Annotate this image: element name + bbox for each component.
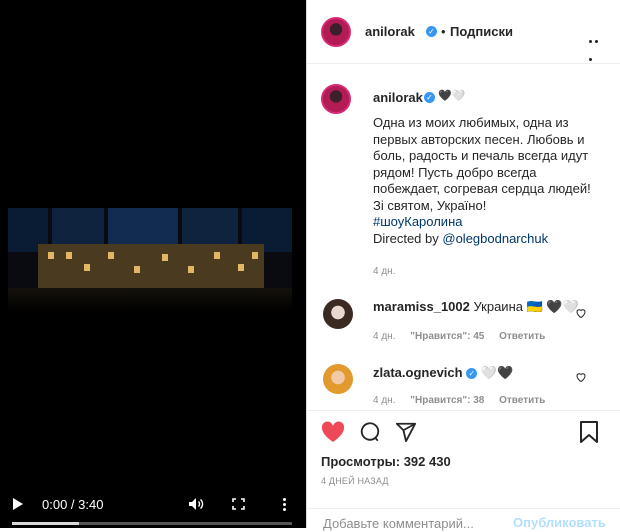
comment-reply-button[interactable]: Ответить: [499, 395, 545, 406]
caption-line: боль, радость и печаль всегда идут: [373, 148, 589, 163]
caption-author-avatar[interactable]: [321, 84, 351, 114]
caption-hearts: 🖤🤍: [438, 90, 466, 102]
video-progress-bar[interactable]: [12, 522, 292, 525]
post-options-icon[interactable]: [589, 30, 605, 61]
comment-username[interactable]: maramiss_1002: [373, 299, 470, 314]
caption-line: побеждает, согревая сердца людей!: [373, 181, 591, 196]
author-avatar[interactable]: [321, 17, 351, 47]
caption-line: Зі святом, Україно!: [373, 197, 487, 213]
caption-verified-icon: ✓: [424, 92, 435, 103]
commenter-avatar[interactable]: [323, 364, 353, 394]
caption-line: рядом! Пусть добро всегда: [373, 164, 537, 180]
video-time: 0:00 / 3:40: [42, 497, 104, 512]
comment-likes[interactable]: "Нравится": 38: [410, 395, 484, 406]
comment-time[interactable]: 4 дн.: [373, 395, 395, 406]
hashtag-link[interactable]: #шоуКаролина: [373, 214, 605, 231]
commenter-verified-icon: ✓: [466, 368, 478, 380]
director-mention-link[interactable]: @olegbodnarchuk: [442, 231, 548, 246]
comment-text: Украина 🇺🇦 🖤🤍: [473, 299, 579, 314]
video-controls: 0:00 / 3:40: [0, 494, 306, 514]
play-icon[interactable]: [13, 498, 23, 510]
post-date[interactable]: 4 ДНЕЙ НАЗАД: [321, 476, 389, 486]
author-username[interactable]: anilorak: [365, 24, 415, 39]
comment-text: 🤍🖤: [480, 365, 514, 380]
comment-username[interactable]: zlata.ognevich: [373, 365, 463, 380]
video-player[interactable]: 0:00 / 3:40: [0, 0, 306, 528]
comment-meta: 4 дн. "Нравится": 45 Ответить: [373, 331, 545, 342]
comment-like-heart-icon[interactable]: [575, 371, 587, 383]
post-side-panel: anilorak ✓ • Подписки anilorak ✓ 🖤🤍 Одна…: [306, 0, 620, 532]
more-options-icon[interactable]: [279, 496, 289, 512]
bookmark-icon[interactable]: [579, 421, 599, 443]
post-caption: Одна из моих любимых, одна из первых авт…: [373, 115, 605, 247]
comment-meta: 4 дн. "Нравится": 38 Ответить: [373, 395, 545, 406]
verified-badge-icon: ✓: [426, 26, 437, 37]
comment-reply-button[interactable]: Ответить: [499, 331, 545, 342]
follow-status-button[interactable]: Подписки: [450, 24, 513, 39]
add-comment-input[interactable]: [321, 515, 505, 532]
directed-by-prefix: Directed by: [373, 230, 443, 246]
add-comment-bar: Опубликовать: [307, 508, 620, 532]
post-time-ago[interactable]: 4 дн.: [373, 266, 395, 277]
comment-body: maramiss_1002 Украина 🇺🇦 🖤🤍: [373, 299, 579, 315]
caption-line: первых авторских песен. Любовь и: [373, 131, 585, 147]
header-separator: •: [441, 24, 446, 39]
comment-time[interactable]: 4 дн.: [373, 331, 395, 342]
views-count[interactable]: Просмотры: 392 430: [321, 454, 451, 469]
volume-icon[interactable]: [188, 497, 204, 511]
caption-username[interactable]: anilorak: [373, 90, 423, 105]
post-actions: Просмотры: 392 430 4 ДНЕЙ НАЗАД: [307, 410, 620, 489]
share-icon[interactable]: [395, 421, 417, 443]
commenter-avatar[interactable]: [323, 299, 353, 329]
comment-body: zlata.ognevich ✓ 🤍🖤: [373, 365, 513, 381]
comment-likes[interactable]: "Нравится": 45: [410, 331, 484, 342]
post-header: anilorak ✓ • Подписки: [307, 0, 620, 64]
comment-icon[interactable]: [359, 421, 381, 443]
video-frame-stage: [8, 208, 292, 312]
fullscreen-icon[interactable]: [232, 498, 245, 510]
directed-by-line: Directed by @olegbodnarchuk: [373, 231, 605, 248]
comment-like-heart-icon[interactable]: [575, 307, 587, 319]
caption-line: Одна из моих любимых, одна из: [373, 115, 569, 130]
video-progress-fill: [12, 522, 80, 525]
like-heart-icon[interactable]: [321, 421, 345, 443]
